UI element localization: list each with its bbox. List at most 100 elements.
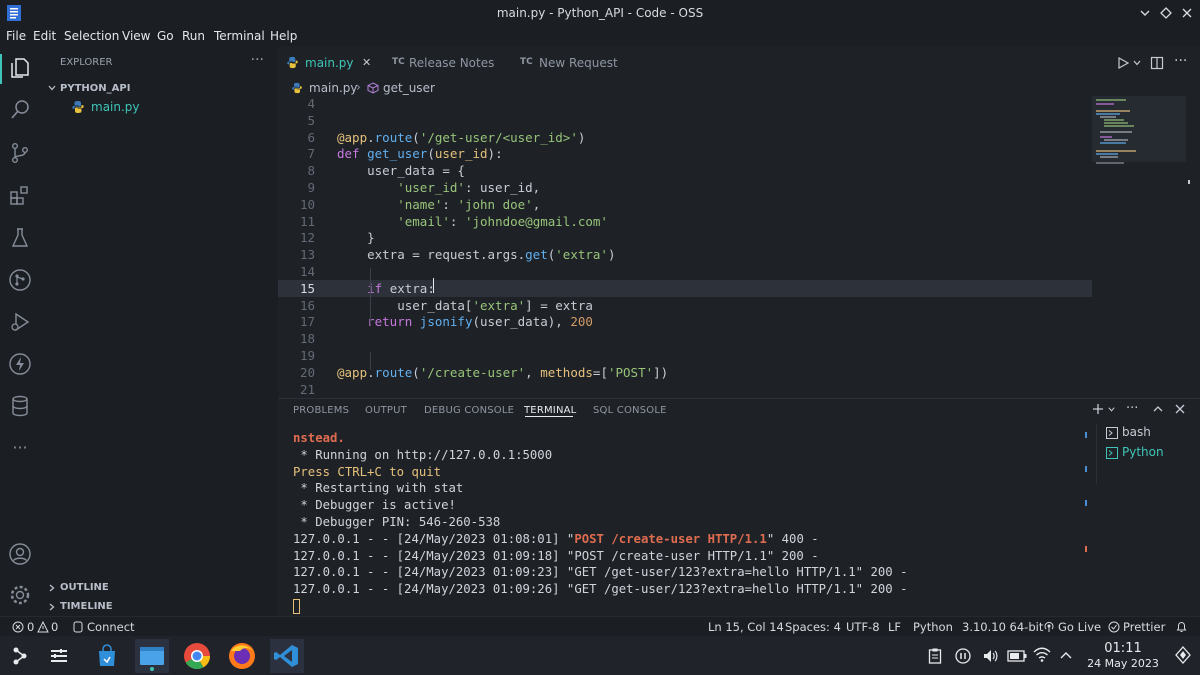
- menu-selection[interactable]: Selection: [64, 29, 119, 43]
- go-live-button[interactable]: Go Live: [1058, 620, 1101, 634]
- menu-terminal[interactable]: Terminal: [214, 29, 265, 43]
- menu-help[interactable]: Help: [270, 29, 297, 43]
- warning-count[interactable]: 0: [51, 620, 58, 634]
- discover-store-icon[interactable]: [90, 639, 124, 673]
- encoding[interactable]: UTF-8: [846, 620, 880, 634]
- code-line[interactable]: 'email': 'johndoe@gmail.com': [337, 214, 608, 229]
- thunder-client-icon[interactable]: [8, 352, 32, 376]
- account-icon[interactable]: [8, 542, 32, 566]
- breadcrumb-symbol[interactable]: get_user: [383, 81, 435, 95]
- code-line[interactable]: if extra:: [337, 281, 435, 296]
- menu-go[interactable]: Go: [157, 29, 174, 43]
- media-pause-icon[interactable]: [955, 648, 971, 664]
- cursor-position[interactable]: Ln 15, Col 14: [708, 620, 784, 634]
- language-mode[interactable]: Python: [913, 620, 953, 634]
- code-line[interactable]: user_data['extra'] = extra: [337, 298, 593, 313]
- git-graph-icon[interactable]: [8, 268, 32, 292]
- battery-icon[interactable]: [1007, 649, 1027, 663]
- timeline-section[interactable]: TIMELINE: [60, 601, 113, 612]
- end-of-line[interactable]: LF: [888, 620, 901, 634]
- warning-icon[interactable]: [37, 621, 49, 633]
- breadcrumb-file[interactable]: main.py: [309, 81, 358, 95]
- code-line[interactable]: 'user_id': user_id,: [337, 180, 540, 195]
- clipboard-icon[interactable]: [928, 648, 942, 664]
- file-manager-icon[interactable]: [135, 639, 169, 673]
- tab-main-py[interactable]: main.py ✕: [278, 50, 382, 76]
- app-launcher-icon[interactable]: [4, 639, 38, 673]
- firefox-icon[interactable]: [225, 639, 259, 673]
- search-icon[interactable]: [8, 98, 32, 122]
- code-line[interactable]: @app.route('/get-user/<user_id>'): [337, 130, 585, 145]
- database-icon[interactable]: [8, 394, 32, 418]
- terminal-bash[interactable]: bash: [1122, 425, 1151, 439]
- close-panel-icon[interactable]: [1174, 403, 1186, 415]
- tab-terminal[interactable]: TERMINAL: [524, 405, 576, 416]
- tab-problems[interactable]: PROBLEMS: [293, 405, 349, 416]
- tab-debug-console[interactable]: DEBUG CONSOLE: [424, 405, 514, 416]
- code-line[interactable]: def get_user(user_id):: [337, 146, 503, 161]
- run-file-icon[interactable]: [1116, 56, 1130, 70]
- chevron-down-icon[interactable]: [1107, 405, 1116, 414]
- wifi-icon[interactable]: [1033, 647, 1051, 663]
- code-line[interactable]: return jsonify(user_data), 200: [337, 314, 593, 329]
- code-line[interactable]: }: [337, 230, 375, 245]
- connect-button[interactable]: Connect: [87, 620, 135, 634]
- menu-run[interactable]: Run: [182, 29, 205, 43]
- tray-expand-icon[interactable]: [1060, 650, 1072, 660]
- menu-file[interactable]: File: [6, 29, 26, 43]
- code-editor[interactable]: 4 5 6 @app.route('/get-user/<user_id>') 7 def…: [278, 96, 1092, 397]
- terminal-python[interactable]: Python: [1122, 445, 1164, 459]
- code-line[interactable]: 'name': 'john doe',: [337, 197, 540, 212]
- notifications-bell-icon[interactable]: [1175, 620, 1188, 633]
- extensions-icon[interactable]: [8, 184, 32, 208]
- prettier-status[interactable]: Prettier: [1123, 620, 1165, 634]
- clock-date[interactable]: 24 May 2023: [1080, 657, 1166, 670]
- maximize-icon[interactable]: [1159, 6, 1173, 20]
- close-tab-icon[interactable]: ✕: [362, 56, 371, 69]
- vscode-taskbar-icon[interactable]: [270, 639, 304, 673]
- terminal-output[interactable]: nstead. * Running on http://127.0.0.1:50…: [293, 431, 1083, 616]
- error-count[interactable]: 0: [27, 620, 34, 634]
- minimize-icon[interactable]: [1138, 6, 1152, 20]
- panel-more-icon[interactable]: ···: [1126, 401, 1138, 416]
- source-control-icon[interactable]: [8, 141, 32, 165]
- chrome-icon[interactable]: [180, 639, 214, 673]
- menu-view[interactable]: View: [122, 29, 150, 43]
- chevron-right-icon[interactable]: [47, 602, 57, 612]
- maximize-panel-icon[interactable]: [1152, 403, 1164, 415]
- more-icon[interactable]: ···: [8, 438, 32, 462]
- menu-edit[interactable]: Edit: [33, 29, 56, 43]
- more-actions-icon[interactable]: ···: [1174, 53, 1187, 69]
- clock-time[interactable]: 01:11: [1098, 641, 1148, 656]
- error-icon[interactable]: [12, 621, 24, 633]
- check-icon[interactable]: [1108, 621, 1120, 633]
- split-editor-icon[interactable]: [1150, 56, 1164, 70]
- chevron-right-icon[interactable]: [47, 583, 57, 593]
- python-interpreter[interactable]: 3.10.10 64-bit: [962, 620, 1043, 634]
- code-line[interactable]: user_data = {: [337, 163, 465, 178]
- remote-connect-icon[interactable]: [73, 621, 83, 633]
- file-main-py[interactable]: main.py: [91, 100, 140, 114]
- chevron-down-icon[interactable]: [47, 83, 57, 93]
- testing-icon[interactable]: [8, 226, 32, 250]
- indentation[interactable]: Spaces: 4: [785, 620, 841, 634]
- folder-python-api[interactable]: PYTHON_API: [60, 83, 130, 94]
- tab-new-request[interactable]: TC New Request: [510, 50, 630, 76]
- code-line[interactable]: @app.route('/create-user', methods=['POS…: [337, 365, 668, 380]
- outline-section[interactable]: OUTLINE: [60, 582, 109, 593]
- settings-gear-icon[interactable]: [8, 583, 32, 607]
- tab-sql-console[interactable]: SQL CONSOLE: [593, 405, 667, 416]
- broadcast-icon[interactable]: [1043, 621, 1055, 633]
- explorer-more-icon[interactable]: ···: [251, 52, 264, 68]
- run-debug-icon[interactable]: [8, 310, 32, 334]
- code-line[interactable]: extra = request.args.get('extra'): [337, 247, 615, 262]
- new-terminal-icon[interactable]: [1092, 403, 1104, 415]
- tab-release-notes[interactable]: TC Release Notes: [382, 50, 508, 76]
- show-desktop-icon[interactable]: [1174, 646, 1192, 664]
- files-icon[interactable]: [8, 56, 32, 80]
- tab-output[interactable]: OUTPUT: [365, 405, 407, 416]
- chevron-down-icon[interactable]: [1132, 58, 1142, 68]
- system-settings-icon[interactable]: [42, 639, 76, 673]
- volume-icon[interactable]: [982, 648, 998, 664]
- minimap[interactable]: [1092, 96, 1190, 396]
